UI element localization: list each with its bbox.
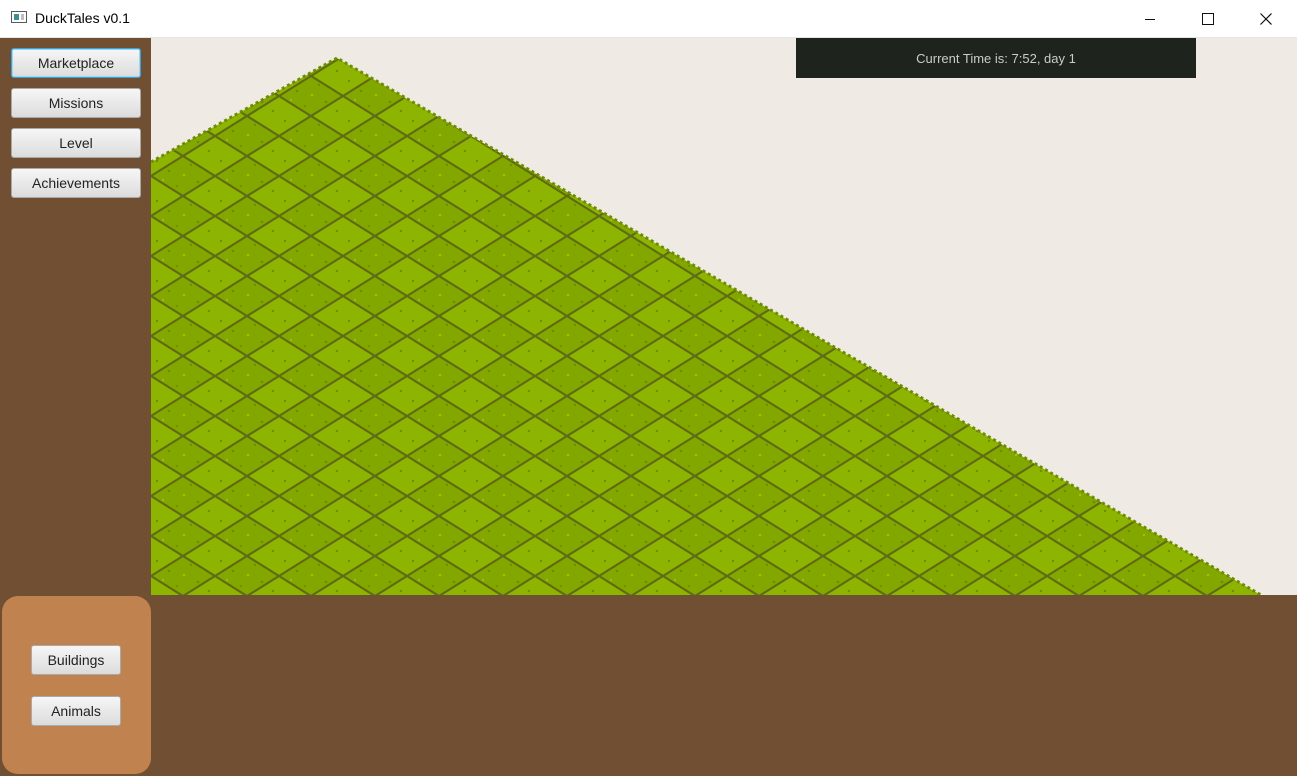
achievements-button[interactable]: Achievements: [11, 168, 141, 198]
bottom-bar: [151, 595, 1297, 776]
close-icon: [1260, 13, 1272, 25]
tool-panel: [2, 596, 151, 774]
minimize-icon: [1145, 19, 1155, 20]
app-icon: [11, 11, 27, 23]
sidebar: [0, 38, 151, 595]
close-button[interactable]: [1237, 0, 1295, 38]
maximize-icon: [1202, 13, 1214, 25]
title-bar: DuckTales v0.1: [0, 0, 1297, 38]
window-title: DuckTales v0.1: [35, 10, 130, 26]
minimize-button[interactable]: [1121, 0, 1179, 38]
level-button[interactable]: Level: [11, 128, 141, 158]
maximize-button[interactable]: [1179, 0, 1237, 38]
marketplace-button[interactable]: Marketplace: [11, 48, 141, 78]
buildings-button[interactable]: Buildings: [31, 645, 121, 675]
missions-button[interactable]: Missions: [11, 88, 141, 118]
current-time-display: Current Time is: 7:52, day 1: [796, 38, 1196, 78]
grass-tile-field[interactable]: [151, 38, 1297, 595]
game-map[interactable]: Current Time is: 7:52, day 1: [151, 38, 1297, 595]
animals-button[interactable]: Animals: [31, 696, 121, 726]
